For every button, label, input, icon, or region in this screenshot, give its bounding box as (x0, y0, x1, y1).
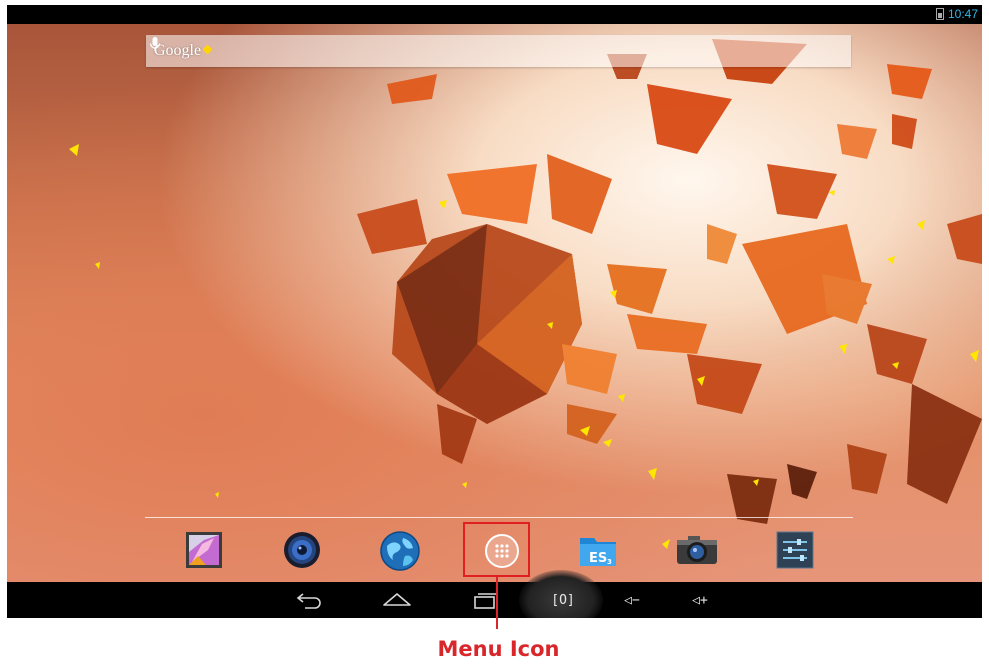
camera-icon (677, 536, 717, 564)
back-arrow-icon (296, 593, 321, 609)
google-spark-icon (202, 44, 213, 55)
volume-down-button[interactable]: ◁− (617, 587, 647, 613)
wallpaper-shards (69, 39, 982, 549)
music-app-icon[interactable] (282, 530, 322, 570)
battery-icon (935, 8, 944, 20)
screenshot-button[interactable]: [O] (543, 587, 583, 613)
folder-icon: ES 3 (580, 538, 616, 566)
mic-icon[interactable] (146, 35, 164, 53)
gallery-icon (186, 532, 222, 568)
google-search-bar[interactable]: Google (146, 35, 851, 67)
status-time: 10:47 (947, 7, 978, 21)
navigation-bar: [O] ◁− ◁+ (7, 570, 982, 618)
svg-text:3: 3 (607, 558, 612, 566)
camera-app-icon[interactable] (675, 530, 719, 570)
back-button[interactable] (291, 587, 327, 613)
status-bar: 10:47 (7, 5, 982, 24)
menu-icon-highlight-box (463, 522, 530, 577)
speaker-icon (284, 532, 320, 568)
home-wallpaper: Google ES 3 (7, 24, 982, 582)
dock-divider (145, 517, 853, 518)
globe-icon (380, 531, 420, 571)
home-button[interactable] (379, 587, 415, 613)
volume-up-button[interactable]: ◁+ (685, 587, 715, 613)
volume-up-label: ◁+ (692, 592, 708, 608)
annotation-pointer-line (496, 577, 498, 629)
recent-apps-icon (474, 593, 498, 609)
settings-app-icon[interactable] (775, 530, 815, 570)
screenshot-label: [O] (551, 592, 575, 608)
gallery-app-icon[interactable] (184, 530, 224, 570)
browser-app-icon[interactable] (379, 530, 420, 571)
settings-sliders-icon (776, 531, 814, 569)
svg-text:ES: ES (589, 551, 607, 566)
status-right-group: 10:47 (935, 7, 978, 21)
home-icon (383, 593, 411, 606)
volume-down-label: ◁− (624, 592, 640, 608)
es-file-explorer-app-icon[interactable]: ES 3 (577, 530, 617, 570)
menu-icon-annotation-label: Menu Icon (437, 637, 560, 661)
